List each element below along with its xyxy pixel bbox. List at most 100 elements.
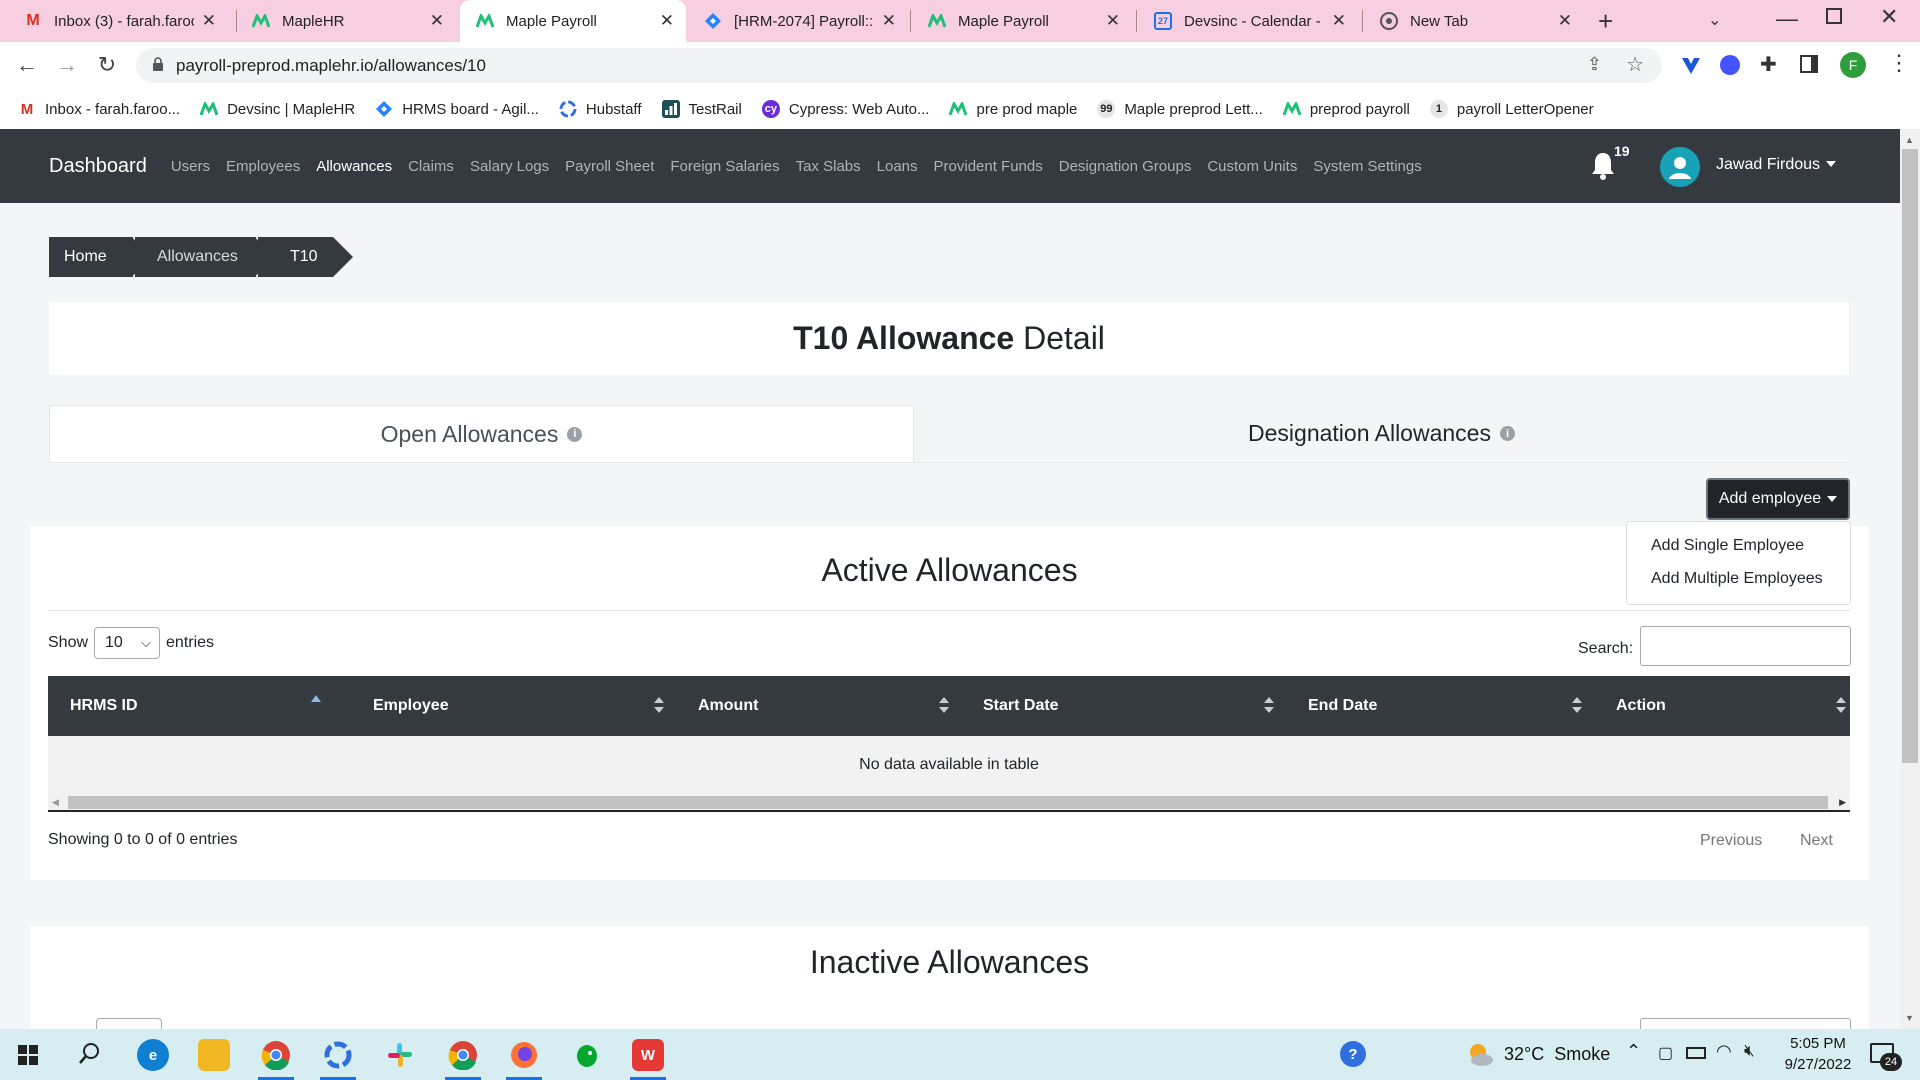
- nav-claims[interactable]: Claims: [408, 158, 454, 175]
- back-arrow-icon[interactable]: ←: [12, 50, 42, 80]
- restore-icon[interactable]: [1826, 8, 1842, 24]
- bookmark-item[interactable]: Hubstaff: [559, 100, 642, 118]
- close-tab-icon[interactable]: ✕: [1332, 11, 1346, 31]
- weather-text[interactable]: 32°C Smoke: [1504, 1044, 1610, 1065]
- close-tab-icon[interactable]: ✕: [430, 11, 444, 31]
- battery-icon[interactable]: [1686, 1047, 1706, 1059]
- evernote-icon[interactable]: [571, 1039, 603, 1071]
- scroll-left-icon[interactable]: ◀: [52, 797, 59, 808]
- chrome-profile-icon[interactable]: [447, 1039, 479, 1071]
- tab-designation-allowances[interactable]: Designation Allowances i: [914, 405, 1849, 463]
- next-page-button[interactable]: Next: [1800, 832, 1833, 850]
- browser-tab-maple-payroll[interactable]: Maple Payroll ✕: [912, 0, 1132, 42]
- clock-date[interactable]: 9/27/2022: [1776, 1056, 1860, 1073]
- close-tab-icon[interactable]: ✕: [660, 11, 674, 31]
- windows-start-icon[interactable]: [18, 1045, 38, 1070]
- inactive-entries-select[interactable]: [96, 1018, 162, 1029]
- browser-tab-maplehr[interactable]: MapleHR ✕: [236, 0, 456, 42]
- nav-tax-slabs[interactable]: Tax Slabs: [796, 158, 861, 175]
- forward-arrow-icon[interactable]: →: [52, 50, 82, 80]
- nav-designation-groups[interactable]: Designation Groups: [1059, 158, 1192, 175]
- nav-salary-logs[interactable]: Salary Logs: [470, 158, 549, 175]
- file-explorer-icon[interactable]: [198, 1039, 230, 1071]
- add-single-employee-item[interactable]: Add Single Employee: [1651, 537, 1804, 555]
- close-tab-icon[interactable]: ✕: [1558, 11, 1572, 31]
- table-horizontal-scrollbar[interactable]: ◀ ▶: [48, 794, 1850, 812]
- scrollbar-thumb[interactable]: [1902, 149, 1918, 763]
- bookmark-item[interactable]: HRMS board - Agil...: [375, 100, 539, 118]
- volume-muted-icon[interactable]: 🔇︎: [1744, 1041, 1755, 1061]
- profile-avatar[interactable]: F: [1840, 52, 1866, 78]
- side-panel-icon[interactable]: [1800, 55, 1818, 73]
- wps-office-icon[interactable]: W: [632, 1039, 664, 1071]
- column-header-employee[interactable]: Employee: [351, 676, 676, 736]
- previous-page-button[interactable]: Previous: [1700, 832, 1762, 850]
- entries-select[interactable]: 10 ⌵: [94, 627, 161, 659]
- close-tab-icon[interactable]: ✕: [202, 11, 216, 31]
- add-multiple-employees-item[interactable]: Add Multiple Employees: [1651, 570, 1823, 588]
- tab-open-allowances[interactable]: Open Allowances i: [49, 405, 914, 463]
- inactive-search-input[interactable]: [1640, 1018, 1851, 1029]
- column-header-amount[interactable]: Amount: [676, 676, 961, 736]
- info-icon[interactable]: i: [1499, 426, 1515, 441]
- bookmark-item[interactable]: TestRail: [661, 100, 742, 118]
- reload-icon[interactable]: ↻: [92, 50, 122, 80]
- bookmark-item[interactable]: M Inbox - farah.faroo...: [18, 100, 180, 118]
- extension-circle-icon[interactable]: [1720, 55, 1740, 75]
- weather-icon[interactable]: [1466, 1041, 1494, 1072]
- search-input[interactable]: [1640, 626, 1851, 666]
- browser-menu-icon[interactable]: ⋮: [1888, 50, 1910, 76]
- star-bookmark-icon[interactable]: ☆: [1626, 52, 1644, 77]
- user-avatar[interactable]: [1660, 147, 1700, 187]
- edge-icon[interactable]: e: [137, 1039, 169, 1071]
- browser-tab-maple-payroll-active[interactable]: Maple Payroll ✕: [460, 0, 686, 42]
- page-scrollbar[interactable]: ▲ ▼: [1900, 129, 1920, 1029]
- add-employee-button[interactable]: Add employee: [1706, 478, 1850, 520]
- column-header-hrms-id[interactable]: HRMS ID: [48, 676, 351, 736]
- breadcrumb-allowances[interactable]: Allowances: [135, 237, 258, 277]
- bookmark-item[interactable]: preprod payroll: [1282, 100, 1410, 118]
- nav-system-settings[interactable]: System Settings: [1313, 158, 1421, 175]
- close-tab-icon[interactable]: ✕: [1106, 11, 1120, 31]
- nav-allowances[interactable]: Allowances: [316, 158, 392, 175]
- vpn-extension-icon[interactable]: [1680, 54, 1702, 81]
- slack-icon[interactable]: [384, 1039, 416, 1071]
- close-tab-icon[interactable]: ✕: [882, 11, 896, 31]
- breadcrumb-home[interactable]: Home: [49, 237, 133, 277]
- address-bar[interactable]: payroll-preprod.maplehr.io/allowances/10…: [136, 48, 1662, 83]
- help-icon[interactable]: ?: [1340, 1041, 1366, 1067]
- nav-users[interactable]: Users: [171, 158, 210, 175]
- bookmark-item[interactable]: cy Cypress: Web Auto...: [761, 100, 929, 118]
- nav-custom-units[interactable]: Custom Units: [1207, 158, 1297, 175]
- nav-payroll-sheet[interactable]: Payroll Sheet: [565, 158, 654, 175]
- nav-foreign-salaries[interactable]: Foreign Salaries: [670, 158, 779, 175]
- new-tab-plus-icon[interactable]: +: [1598, 6, 1613, 37]
- dashboard-brand-link[interactable]: Dashboard: [49, 155, 147, 178]
- tab-search-chevron-icon[interactable]: ⌄: [1708, 10, 1721, 30]
- browser-tab-calendar[interactable]: 27 Devsinc - Calendar - ✕: [1138, 0, 1358, 42]
- column-header-end-date[interactable]: End Date: [1286, 676, 1594, 736]
- chrome-icon[interactable]: [260, 1039, 292, 1071]
- nav-employees[interactable]: Employees: [226, 158, 300, 175]
- hubstaff-taskbar-icon[interactable]: [322, 1039, 354, 1071]
- column-header-action[interactable]: Action: [1594, 676, 1850, 736]
- tray-chevron-up-icon[interactable]: ⌃: [1626, 1041, 1641, 1062]
- browser-tab-new-tab[interactable]: New Tab ✕: [1364, 0, 1584, 42]
- notification-bell-icon[interactable]: [1590, 151, 1616, 186]
- scroll-down-icon[interactable]: ▼: [1905, 1013, 1914, 1023]
- bookmark-item[interactable]: 1 payroll LetterOpener: [1429, 100, 1594, 118]
- close-window-icon[interactable]: ✕: [1880, 4, 1898, 30]
- nav-loans[interactable]: Loans: [877, 158, 918, 175]
- firefox-icon[interactable]: [508, 1039, 540, 1071]
- scroll-right-icon[interactable]: ▶: [1839, 797, 1846, 808]
- wifi-icon[interactable]: ◠: [1716, 1041, 1732, 1062]
- bookmark-item[interactable]: pre prod maple: [949, 100, 1077, 118]
- minimize-icon[interactable]: —: [1776, 6, 1798, 32]
- clock-time[interactable]: 5:05 PM: [1776, 1035, 1860, 1052]
- column-header-start-date[interactable]: Start Date: [961, 676, 1286, 736]
- bookmark-item[interactable]: 99 Maple preprod Lett...: [1097, 100, 1263, 118]
- horizontal-scrollbar-thumb[interactable]: [68, 796, 1828, 809]
- user-name-dropdown[interactable]: Jawad Firdous: [1716, 156, 1820, 174]
- browser-tab-gmail[interactable]: M Inbox (3) - farah.faroo ✕: [8, 0, 228, 42]
- scroll-up-icon[interactable]: ▲: [1905, 135, 1914, 145]
